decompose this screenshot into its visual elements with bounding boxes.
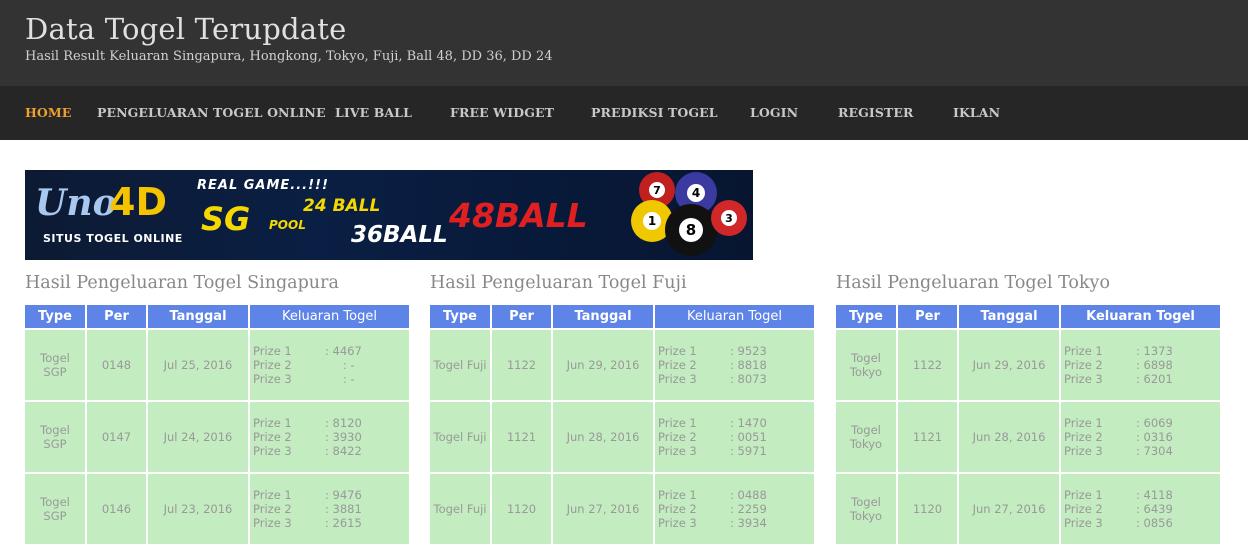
cell-type: Togel SGP bbox=[25, 402, 85, 472]
col-type: Type bbox=[430, 305, 490, 328]
cell-per: 0146 bbox=[87, 474, 146, 544]
table-fuji: Type Per Tanggal Keluaran Togel Togel Fu… bbox=[428, 303, 816, 546]
banner-brand-sub: SITUS TOGEL ONLINE bbox=[43, 232, 183, 245]
cell-prizes: Prize 1: 8120 Prize 2: 3930 Prize 3: 842… bbox=[250, 402, 409, 472]
cell-prizes: Prize 1: 6069 Prize 2: 0316 Prize 3: 730… bbox=[1061, 402, 1220, 472]
banner-real-game: REAL GAME...!!! bbox=[197, 178, 329, 193]
table-row: Togel Fuji 1121 Jun 28, 2016 Prize 1: 14… bbox=[430, 402, 814, 472]
table-row: Togel Fuji 1120 Jun 27, 2016 Prize 1: 04… bbox=[430, 474, 814, 544]
cell-prizes: Prize 1: 4467 Prize 2: - Prize 3: - bbox=[250, 330, 409, 400]
table-tokyo: Type Per Tanggal Keluaran Togel Togel To… bbox=[834, 303, 1222, 546]
cell-prizes: Prize 1: 1470 Prize 2: 0051 Prize 3: 597… bbox=[655, 402, 814, 472]
banner-sg: SG bbox=[201, 200, 251, 238]
cell-date: Jun 27, 2016 bbox=[553, 474, 653, 544]
cell-date: Jun 28, 2016 bbox=[553, 402, 653, 472]
cell-type: Togel SGP bbox=[25, 330, 85, 400]
table-header-row: Type Per Tanggal Keluaran Togel bbox=[25, 305, 409, 328]
cell-prizes: Prize 1: 0488 Prize 2: 2259 Prize 3: 393… bbox=[655, 474, 814, 544]
cell-date: Jun 29, 2016 bbox=[959, 330, 1059, 400]
col-tanggal: Tanggal bbox=[148, 305, 248, 328]
banner-brand-uno: Uno bbox=[35, 182, 117, 224]
col-tanggal: Tanggal bbox=[553, 305, 653, 328]
banner-brand-4d: 4D bbox=[109, 180, 167, 224]
cell-type: Togel Fuji bbox=[430, 330, 490, 400]
table-header-row: Type Per Tanggal Keluaran Togel bbox=[430, 305, 814, 328]
table-singapura: Type Per Tanggal Keluaran Togel Togel SG… bbox=[23, 303, 411, 546]
col-type: Type bbox=[25, 305, 85, 328]
nav-prediksi-togel[interactable]: PREDIKSI TOGEL bbox=[591, 105, 718, 120]
col-keluaran: Keluaran Togel bbox=[655, 305, 814, 328]
banner-24-ball: 24 BALL bbox=[303, 196, 381, 216]
nav-home[interactable]: HOME bbox=[25, 105, 71, 120]
col-tanggal: Tanggal bbox=[959, 305, 1059, 328]
site-tagline: Hasil Result Keluaran Singapura, Hongkon… bbox=[25, 49, 553, 64]
cell-type: Togel SGP bbox=[25, 474, 85, 544]
nav-live-ball[interactable]: LIVE BALL bbox=[335, 105, 412, 120]
cell-date: Jul 25, 2016 bbox=[148, 330, 248, 400]
table-row: Togel Tokyo 1120 Jun 27, 2016 Prize 1: 4… bbox=[836, 474, 1220, 544]
col-per: Per bbox=[898, 305, 957, 328]
cell-type: Togel Tokyo bbox=[836, 330, 896, 400]
cell-per: 0148 bbox=[87, 330, 146, 400]
col-per: Per bbox=[87, 305, 146, 328]
table-row: Togel Fuji 1122 Jun 29, 2016 Prize 1: 95… bbox=[430, 330, 814, 400]
table-header-row: Type Per Tanggal Keluaran Togel bbox=[836, 305, 1220, 328]
banner-pool: POOL bbox=[269, 218, 306, 232]
cell-date: Jul 24, 2016 bbox=[148, 402, 248, 472]
cell-per: 0147 bbox=[87, 402, 146, 472]
cell-per: 1121 bbox=[898, 402, 957, 472]
cell-date: Jul 23, 2016 bbox=[148, 474, 248, 544]
site-header: Data Togel Terupdate Hasil Result Keluar… bbox=[0, 0, 1248, 86]
section-title-fuji: Hasil Pengeluaran Togel Fuji bbox=[430, 273, 687, 293]
cell-type: Togel Fuji bbox=[430, 474, 490, 544]
banner-48-ball: 48BALL bbox=[449, 196, 588, 235]
cell-prizes: Prize 1: 9523 Prize 2: 8818 Prize 3: 807… bbox=[655, 330, 814, 400]
section-title-tokyo: Hasil Pengeluaran Togel Tokyo bbox=[836, 273, 1110, 293]
nav-iklan[interactable]: IKLAN bbox=[953, 105, 1000, 120]
cell-type: Togel Fuji bbox=[430, 402, 490, 472]
site-title[interactable]: Data Togel Terupdate bbox=[25, 12, 347, 46]
table-row: Togel Tokyo 1121 Jun 28, 2016 Prize 1: 6… bbox=[836, 402, 1220, 472]
cell-prizes: Prize 1: 4118 Prize 2: 6439 Prize 3: 085… bbox=[1061, 474, 1220, 544]
cell-per: 1120 bbox=[898, 474, 957, 544]
cell-prizes: Prize 1: 9476 Prize 2: 3881 Prize 3: 261… bbox=[250, 474, 409, 544]
cell-per: 1122 bbox=[898, 330, 957, 400]
table-row: Togel SGP 0148 Jul 25, 2016 Prize 1: 446… bbox=[25, 330, 409, 400]
cell-date: Jun 27, 2016 bbox=[959, 474, 1059, 544]
ball-8-icon: 8 bbox=[665, 204, 717, 256]
cell-type: Togel Tokyo bbox=[836, 402, 896, 472]
table-row: Togel Tokyo 1122 Jun 29, 2016 Prize 1: 1… bbox=[836, 330, 1220, 400]
cell-prizes: Prize 1: 1373 Prize 2: 6898 Prize 3: 620… bbox=[1061, 330, 1220, 400]
table-row: Togel SGP 0146 Jul 23, 2016 Prize 1: 947… bbox=[25, 474, 409, 544]
section-title-singapura: Hasil Pengeluaran Togel Singapura bbox=[25, 273, 339, 293]
cell-per: 1122 bbox=[492, 330, 551, 400]
cell-per: 1121 bbox=[492, 402, 551, 472]
nav-free-widget[interactable]: FREE WIDGET bbox=[450, 105, 554, 120]
uno4d-banner[interactable]: Uno 4D SITUS TOGEL ONLINE REAL GAME...!!… bbox=[25, 170, 753, 260]
table-row: Togel SGP 0147 Jul 24, 2016 Prize 1: 812… bbox=[25, 402, 409, 472]
nav-register[interactable]: REGISTER bbox=[838, 105, 913, 120]
nav-login[interactable]: LOGIN bbox=[750, 105, 798, 120]
ball-3-icon: 3 bbox=[711, 200, 747, 236]
banner-36-ball: 36BALL bbox=[351, 222, 448, 248]
col-per: Per bbox=[492, 305, 551, 328]
cell-per: 1120 bbox=[492, 474, 551, 544]
col-type: Type bbox=[836, 305, 896, 328]
main-nav: HOME PENGELUARAN TOGEL ONLINE LIVE BALL … bbox=[0, 86, 1248, 140]
cell-date: Jun 29, 2016 bbox=[553, 330, 653, 400]
nav-pengeluaran-togel-online[interactable]: PENGELUARAN TOGEL ONLINE bbox=[97, 105, 326, 120]
cell-type: Togel Tokyo bbox=[836, 474, 896, 544]
col-keluaran: Keluaran Togel bbox=[1061, 305, 1220, 328]
cell-date: Jun 28, 2016 bbox=[959, 402, 1059, 472]
col-keluaran: Keluaran Togel bbox=[250, 305, 409, 328]
